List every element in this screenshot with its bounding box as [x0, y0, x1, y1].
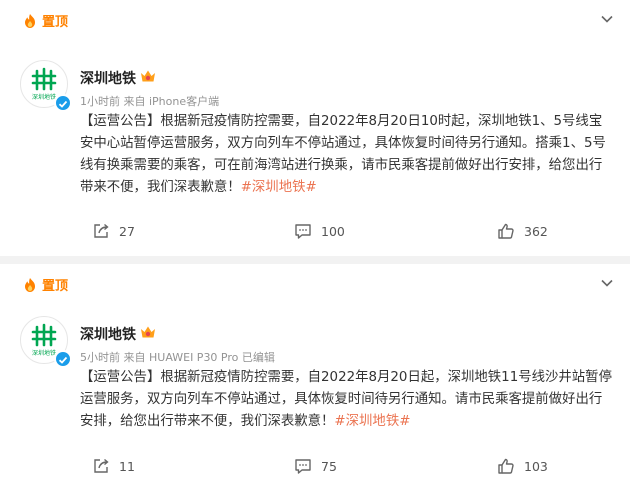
thumbs-up-icon [498, 458, 514, 474]
post-text: 【运营公告】根据新冠疫情防控需要，自2022年8月20日起，深圳地铁11号线沙井… [80, 367, 615, 433]
pin-flame-icon [25, 13, 35, 28]
chevron-down-icon[interactable] [600, 12, 614, 26]
vip-crown-icon [141, 70, 155, 82]
repost-button[interactable]: 11 [92, 457, 135, 475]
avatar-text: 深圳地铁 [32, 93, 56, 101]
hashtag-link[interactable]: #深圳地铁# [241, 180, 317, 195]
repost-count: 27 [119, 223, 135, 239]
author-name[interactable]: 深圳地铁 [80, 324, 136, 344]
thumbs-up-icon [498, 223, 514, 239]
comment-icon [295, 224, 311, 239]
comment-icon [295, 459, 311, 474]
avatar-text: 深圳地铁 [32, 349, 56, 357]
post-meta: 5小时前 来自 HUAWEI P30 Pro 已编辑 [80, 351, 275, 364]
post-actions: 11 75 103 [0, 457, 630, 477]
pinned-badge: 置顶 [22, 275, 68, 294]
repost-icon [94, 223, 109, 238]
pinned-badge: 置顶 [22, 11, 68, 30]
post-body: 【运营公告】根据新冠疫情防控需要，自2022年8月20日10时起，深圳地铁1、5… [80, 114, 606, 195]
comment-button[interactable]: 100 [294, 222, 345, 240]
like-button[interactable]: 362 [497, 222, 548, 240]
post-text: 【运营公告】根据新冠疫情防控需要，自2022年8月20日10时起，深圳地铁1、5… [80, 111, 615, 199]
verified-badge-icon [54, 350, 72, 368]
comment-count: 100 [321, 223, 345, 239]
pin-flame-icon [25, 277, 35, 292]
comment-count: 75 [321, 458, 337, 474]
author-name[interactable]: 深圳地铁 [80, 68, 136, 88]
repost-count: 11 [119, 458, 135, 474]
post-actions: 27 100 362 [0, 222, 630, 242]
verified-badge-icon [54, 94, 72, 112]
like-count: 362 [524, 223, 548, 239]
like-button[interactable]: 103 [497, 457, 548, 475]
like-count: 103 [524, 458, 548, 474]
comment-button[interactable]: 75 [294, 457, 337, 475]
chevron-down-icon[interactable] [600, 276, 614, 290]
repost-button[interactable]: 27 [92, 222, 135, 240]
pinned-label: 置顶 [42, 15, 69, 30]
vip-crown-icon [141, 326, 155, 338]
weibo-post-card: 置顶 深圳地铁 深圳地铁 5小时前 来自 HUAWEI P30 Pro 已编辑 … [0, 264, 630, 484]
repost-icon [94, 458, 109, 473]
pinned-label: 置顶 [42, 279, 69, 294]
hashtag-link[interactable]: #深圳地铁# [334, 414, 410, 429]
post-meta: 1小时前 来自 iPhone客户端 [80, 95, 220, 108]
weibo-post-card: 置顶 深圳地铁 深圳地铁 1小时前 来自 iPhone客户端 【运营公告】根据新… [0, 0, 630, 256]
